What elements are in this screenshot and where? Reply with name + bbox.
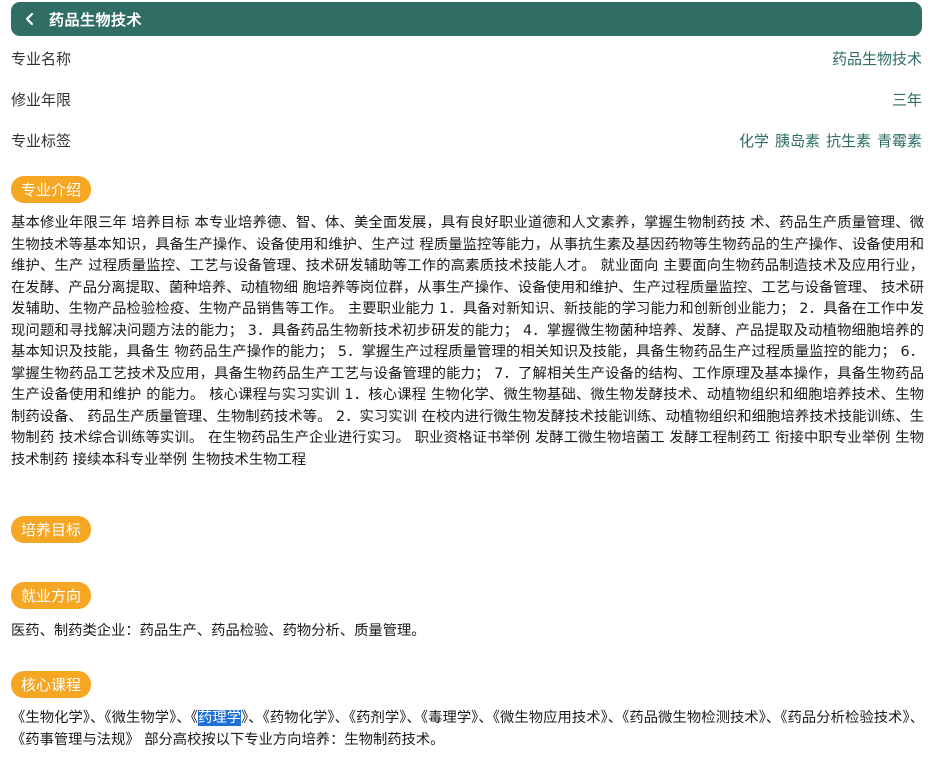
courses-section-title: 核心课程 (11, 671, 92, 698)
years-value: 三年 (891, 90, 922, 109)
back-button[interactable] (11, 2, 49, 36)
selected-text-highlight: 药理学 (197, 710, 242, 726)
page-title: 药品生物技术 (49, 10, 143, 29)
chevron-left-icon (25, 12, 34, 26)
info-row-tags: 专业标签 化学 胰岛素 抗生素 青霉素 (11, 128, 922, 152)
info-row-name: 专业名称 药品生物技术 (11, 46, 922, 70)
tag-item[interactable]: 胰岛素 (775, 130, 820, 151)
intro-section-title: 专业介绍 (11, 176, 92, 203)
tags-label: 专业标签 (11, 131, 72, 150)
name-label: 专业名称 (11, 49, 72, 68)
top-bar: 药品生物技术 (11, 2, 922, 36)
courses-text-start: 《生物化学》、《微生物学》、《 (11, 710, 198, 726)
tag-item[interactable]: 化学 (739, 130, 769, 151)
name-value: 药品生物技术 (831, 49, 922, 68)
intro-text: 基本修业年限三年 培养目标 本专业培养德、智、体、美全面发展，具有良好职业道德和… (11, 215, 924, 468)
courses-text: 《生物化学》、《微生物学》、《药理学》、《药物化学》、《药剂学》、《毒理学》、《… (11, 708, 924, 751)
info-row-years: 修业年限 三年 (11, 87, 922, 111)
career-text: 医药、制药类企业：药品生产、药品检验、药物分析、质量管理。 (11, 623, 426, 639)
years-label: 修业年限 (11, 90, 72, 109)
tag-list: 化学 胰岛素 抗生素 青霉素 (739, 130, 922, 151)
tag-item[interactable]: 青霉素 (877, 130, 922, 151)
tag-item[interactable]: 抗生素 (826, 130, 871, 151)
goal-section-title: 培养目标 (11, 516, 92, 543)
career-section-title: 就业方向 (11, 582, 92, 609)
